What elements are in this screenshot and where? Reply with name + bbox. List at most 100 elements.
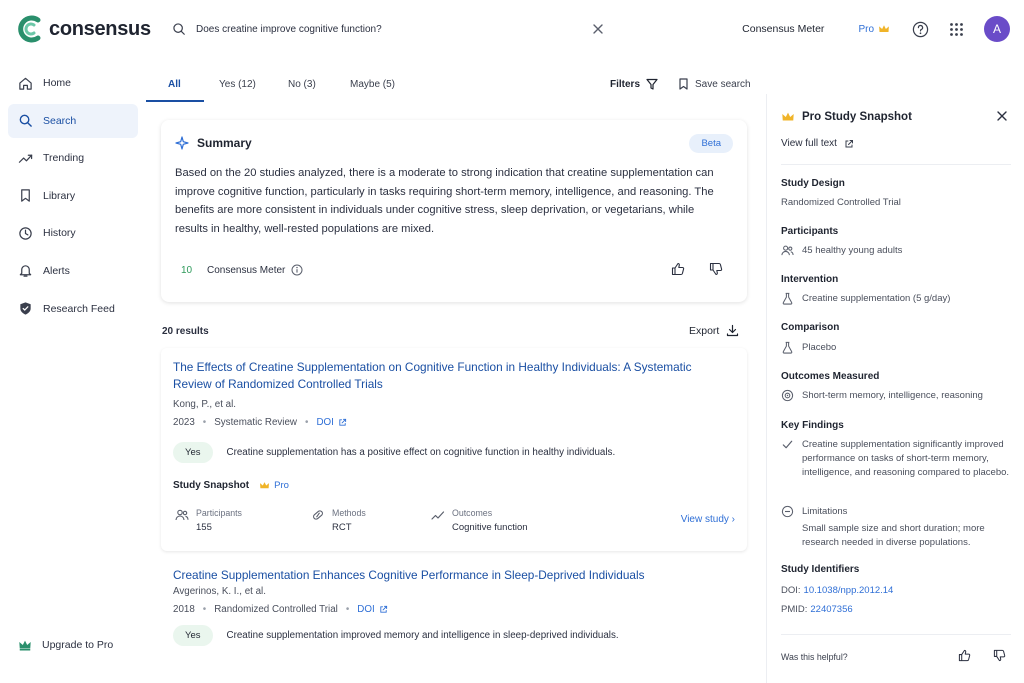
bell-icon xyxy=(19,265,32,278)
minus-circle-icon xyxy=(781,505,794,518)
search-input[interactable]: Does creatine improve cognitive function… xyxy=(160,12,616,46)
sidebar-item-alerts[interactable]: Alerts xyxy=(8,254,138,288)
result-title[interactable]: The Effects of Creatine Supplementation … xyxy=(173,359,713,392)
results-count: 20 results xyxy=(162,326,209,337)
tab-maybe[interactable]: Maybe (5) xyxy=(350,66,395,102)
save-search-label: Save search xyxy=(695,78,751,90)
active-tab-indicator xyxy=(146,100,204,102)
separator-dot: • xyxy=(202,417,207,428)
summary-card: Summary Beta Based on the 20 studies ana… xyxy=(161,120,747,302)
tab-no[interactable]: No (3) xyxy=(288,66,316,102)
identifiers-label: Study Identifiers xyxy=(781,564,860,575)
tab-yes[interactable]: Yes (12) xyxy=(219,66,256,102)
result-meta: 2018 • Randomized Controlled Trial • DOI xyxy=(173,604,388,615)
comparison-label: Comparison xyxy=(781,322,840,333)
doi-link[interactable]: DOI xyxy=(357,604,387,615)
participants-label: Participants xyxy=(196,508,242,518)
upgrade-label: Upgrade to Pro xyxy=(42,639,114,651)
panel-title: Pro Study Snapshot xyxy=(802,111,912,123)
outcomes-label: Outcomes xyxy=(452,508,493,518)
doi-prefix: DOI: xyxy=(781,585,801,596)
thumbs-up-icon[interactable] xyxy=(671,262,685,276)
sidebar-item-home[interactable]: Home xyxy=(8,66,138,100)
doi-label: DOI xyxy=(316,417,334,428)
export-label: Export xyxy=(689,324,720,337)
logo[interactable]: consensus xyxy=(16,14,151,44)
doi-link[interactable]: 10.1038/npp.2012.14 xyxy=(804,584,894,598)
result-meta: 2023 • Systematic Review • DOI xyxy=(173,417,347,428)
filter-icon xyxy=(646,78,658,90)
result-tabs: All Yes (12) No (3) Maybe (5) Filters Sa… xyxy=(146,66,756,102)
sidebar-item-trending[interactable]: Trending xyxy=(8,141,138,175)
export-button[interactable]: Export xyxy=(689,324,739,337)
result-type: Systematic Review xyxy=(214,417,297,428)
separator-dot: • xyxy=(305,417,309,428)
sparkle-icon xyxy=(175,136,189,150)
result-type: Randomized Controlled Trial xyxy=(214,604,338,615)
flask-icon xyxy=(782,292,793,305)
sidebar: consensus Home Search Trending Library H… xyxy=(0,0,151,683)
help-button[interactable] xyxy=(912,21,929,38)
result-claim: Yes Creatine supplementation has a posit… xyxy=(173,442,615,463)
summary-title: Summary xyxy=(197,136,252,150)
result-year: 2023 xyxy=(173,417,195,428)
view-full-text-link[interactable]: View full text xyxy=(781,138,854,149)
result-year: 2018 xyxy=(173,604,195,615)
doi-link[interactable]: DOI xyxy=(316,417,346,428)
sidebar-item-library[interactable]: Library xyxy=(8,179,138,213)
pro-tag: Pro xyxy=(259,480,289,491)
panel-feedback xyxy=(958,649,1006,662)
thumbs-up-icon[interactable] xyxy=(958,649,971,662)
trending-icon xyxy=(18,154,33,163)
comparison-text: Placebo xyxy=(802,342,837,353)
filters-button[interactable]: Filters xyxy=(610,66,658,102)
participants-value: 45 healthy young adults xyxy=(781,244,902,258)
close-icon[interactable] xyxy=(996,110,1008,122)
result-card[interactable]: Creatine Supplementation Enhances Cognit… xyxy=(161,560,747,660)
save-search-button[interactable]: Save search xyxy=(678,66,751,102)
summary-text: Based on the 20 studies analyzed, there … xyxy=(175,167,714,235)
result-card[interactable]: The Effects of Creatine Supplementation … xyxy=(161,348,747,551)
pro-label: Pro xyxy=(858,23,874,35)
study-snapshot-panel: Pro Study Snapshot View full text Study … xyxy=(766,94,1024,683)
info-icon[interactable] xyxy=(291,264,303,276)
avatar[interactable]: A xyxy=(984,16,1010,42)
sidebar-nav: Home Search Trending Library History Ale… xyxy=(8,66,138,329)
meter-value: 10 xyxy=(181,264,193,276)
verdict-badge: Yes xyxy=(173,442,213,463)
result-title[interactable]: Creatine Supplementation Enhances Cognit… xyxy=(173,567,713,584)
result-claim: Yes Creatine supplementation improved me… xyxy=(173,625,619,646)
thumbs-down-icon[interactable] xyxy=(993,649,1006,662)
thumbs-down-icon[interactable] xyxy=(709,262,723,276)
sidebar-item-label: Research Feed xyxy=(43,302,115,315)
filters-label: Filters xyxy=(610,78,641,90)
grid-icon xyxy=(950,22,963,36)
target-icon xyxy=(781,389,794,402)
pmid-link[interactable]: 22407356 xyxy=(810,603,852,617)
participants-value: 155 xyxy=(196,522,212,533)
brand-name: consensus xyxy=(49,17,151,40)
flask-icon xyxy=(782,341,793,354)
external-link-icon xyxy=(380,605,387,613)
close-icon[interactable] xyxy=(592,23,604,35)
snapshot-label: Study Snapshot xyxy=(173,480,250,491)
help-icon xyxy=(912,21,929,37)
home-icon xyxy=(19,77,32,90)
view-full-label: View full text xyxy=(781,138,837,149)
pro-link[interactable]: Pro xyxy=(858,23,890,35)
view-study-link[interactable]: View study › xyxy=(681,514,735,525)
check-icon xyxy=(782,440,793,449)
sidebar-item-history[interactable]: History xyxy=(8,216,138,250)
upgrade-to-pro-button[interactable]: Upgrade to Pro xyxy=(18,638,113,652)
apps-button[interactable] xyxy=(949,22,964,37)
tab-all[interactable]: All xyxy=(168,66,181,102)
consensus-logo-icon xyxy=(18,15,41,43)
sidebar-item-research-feed[interactable]: Research Feed xyxy=(8,292,138,326)
study-design-label: Study Design xyxy=(781,178,845,189)
summary-feedback xyxy=(671,262,723,276)
sidebar-item-search[interactable]: Search xyxy=(8,103,138,138)
consensus-meter-link[interactable]: Consensus Meter xyxy=(742,23,824,35)
people-icon xyxy=(781,245,794,256)
bookmark-icon xyxy=(679,78,688,90)
search-query: Does creatine improve cognitive function… xyxy=(196,23,382,35)
